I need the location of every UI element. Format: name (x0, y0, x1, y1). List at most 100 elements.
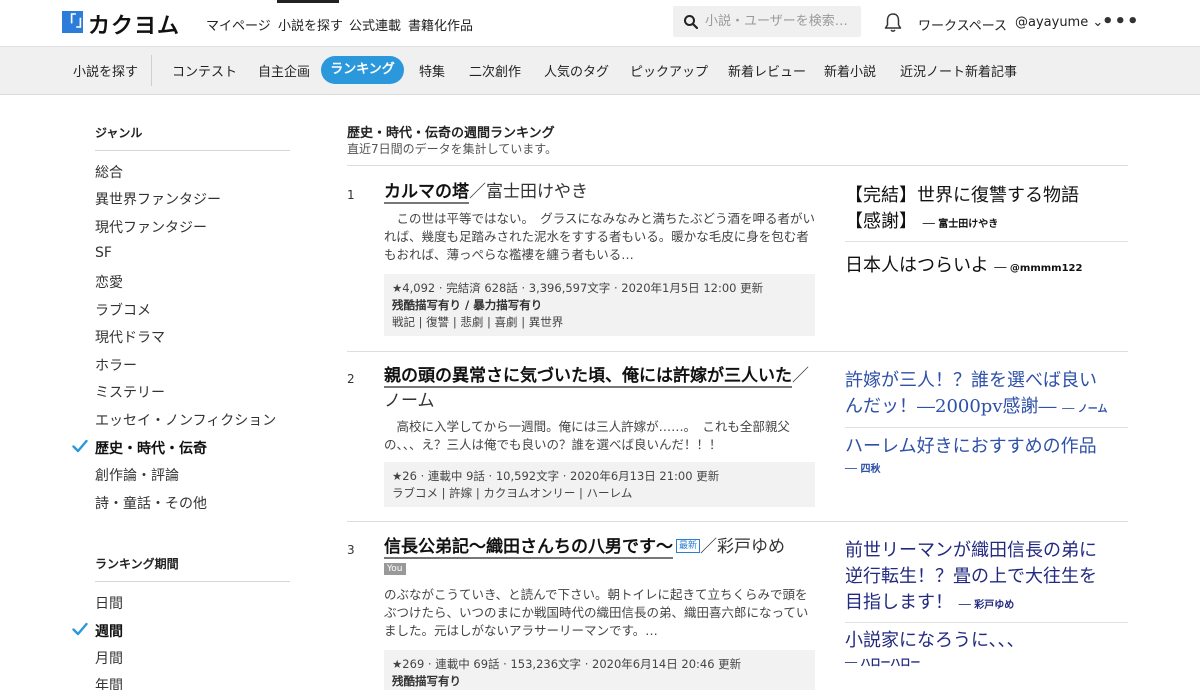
genre-item-active[interactable]: 歴史・時代・伝奇 (95, 438, 207, 458)
work-stats: ★269 · 連載中 69話 · 153,236文字 · 2020年6月14日 … (392, 657, 742, 671)
review-card[interactable]: 前世リーマンが織田信長の弟に 逆行転生！？畳の上で大往生を 目指します！ ── … (845, 538, 1097, 619)
subnav-user-projects[interactable]: 自主企画 (258, 61, 310, 80)
more-menu-icon[interactable]: ••• (1102, 13, 1140, 31)
subnav-pickup[interactable]: ピックアップ (630, 61, 708, 80)
review-card[interactable]: ハーレム好きにおすすめの作品 ── 四秋 (845, 434, 1097, 475)
genre-item[interactable]: 詩・童話・その他 (95, 493, 207, 513)
subnav-contest[interactable]: コンテスト (172, 61, 237, 80)
review-title[interactable]: 日本人はつらいよ ── @mmmm122 (845, 253, 1082, 282)
work-author[interactable]: ／富士田けやき (469, 182, 588, 202)
review-title[interactable]: 小説家になろうに、、、 (845, 628, 1024, 654)
nav-mypage[interactable]: マイページ (206, 15, 271, 34)
period-item-active[interactable]: 週間 (95, 621, 123, 641)
work-meta-box: ★4,092 · 完結済 628話 · 3,396,597文字 · 2020年1… (384, 274, 815, 336)
nav-find-novels[interactable]: 小説を探す (278, 15, 343, 34)
review-author[interactable]: ── 四秋 (845, 460, 1097, 475)
subnav-new-reviews[interactable]: 新着レビュー (728, 61, 806, 80)
divider (347, 351, 1128, 352)
subnav-divider (151, 55, 152, 86)
review-author[interactable]: ── @mmmm122 (994, 263, 1082, 274)
work-title-link[interactable]: 親の頭の異常さに気づいた頃、俺には許嫁が三人いた／ノーム (384, 364, 816, 414)
genre-item[interactable]: ミステリー (95, 382, 165, 402)
work-author[interactable]: ／彩戸ゆめ (700, 537, 785, 557)
check-icon (72, 622, 88, 636)
review-title[interactable]: 前世リーマンが織田信長の弟に (845, 538, 1097, 564)
nav-published-works[interactable]: 書籍化作品 (408, 15, 473, 34)
ranking-title: 歴史・時代・伝奇の週間ランキング (347, 126, 555, 141)
subnav-find-novels[interactable]: 小説を探す (73, 61, 138, 80)
review-card[interactable]: 日本人はつらいよ ── @mmmm122 (845, 253, 1082, 282)
ranking-subtitle: 直近7日間のデータを集計しています。 (347, 142, 558, 156)
work-meta-box: ★269 · 連載中 69話 · 153,236文字 · 2020年6月14日 … (384, 650, 815, 690)
genre-item[interactable]: 現代ファンタジー (95, 217, 207, 237)
genre-item[interactable]: SF (95, 245, 112, 261)
work-title-link[interactable]: 信長公弟記～織田さんちの八男です～ 最新 ／彩戸ゆめ (384, 536, 785, 559)
work-title-link[interactable]: カルマの塔／富士田けやき (384, 181, 588, 204)
user-menu[interactable]: @ayayume ⌄ (1015, 15, 1103, 30)
review-title[interactable]: 【完結】世界に復讐する物語 (845, 183, 1079, 209)
review-card[interactable]: 小説家になろうに、、、 ── ハローハロー (845, 628, 1024, 669)
genre-item[interactable]: ラブコメ (95, 300, 151, 320)
period-item[interactable]: 日間 (95, 593, 123, 613)
review-divider (845, 427, 1128, 428)
genre-item[interactable]: 創作論・評論 (95, 465, 179, 485)
search-input[interactable] (705, 6, 857, 37)
global-header: 「」 カクヨム マイページ 小説を探す 公式連載 書籍化作品 ワークスペース @… (0, 0, 1200, 47)
genre-heading: ジャンル (95, 124, 290, 151)
work-tags[interactable]: 戦記 | 復讐 | 悲劇 | 喜劇 | 異世界 (392, 314, 807, 331)
subnav-fan-works[interactable]: 二次創作 (469, 61, 521, 80)
work-warnings: 残酷描写有り / 暴力描写有り (392, 298, 543, 312)
work-catchphrase: 高校に入学してから一週間。俺には三人許嫁が……。 これも全部親父の、、、え？三人… (384, 419, 790, 452)
review-title-line2[interactable]: 【感謝】 ── 富士田けやき (845, 209, 1079, 238)
period-heading: ランキング期間 (95, 555, 290, 582)
period-item[interactable]: 年間 (95, 675, 123, 690)
work-title[interactable]: 信長公弟記～織田さんちの八男です～ (384, 537, 673, 559)
kakuyomu-logo-text[interactable]: カクヨム (88, 8, 180, 40)
rank-number: 3 (347, 543, 355, 557)
review-author[interactable]: ── ノーム (1062, 404, 1107, 415)
workspace-link[interactable]: ワークスペース (918, 15, 1007, 34)
genre-item[interactable]: 恋愛 (95, 272, 123, 292)
review-card[interactable]: 許嫁が三人！？誰を選べば良い んだッ！―2000pv感謝― ── ノーム (845, 368, 1107, 423)
subnav-ranking[interactable]: ランキング (321, 56, 404, 84)
work-tags[interactable]: ラブコメ | 許嫁 | カクヨムオンリー | ハーレム (392, 485, 807, 502)
genre-item[interactable]: 異世界ファンタジー (95, 189, 221, 209)
nav-official-serials[interactable]: 公式連載 (349, 15, 401, 34)
rank-number: 1 (347, 188, 355, 202)
review-author[interactable]: ── ハローハロー (845, 654, 1024, 669)
subnav-activity-notes[interactable]: 近況ノート新着記事 (900, 61, 1017, 80)
review-title[interactable]: ハーレム好きにおすすめの作品 (845, 434, 1097, 460)
nav-active-indicator (277, 0, 339, 3)
review-title-line2[interactable]: んだッ！―2000pv感謝― ── ノーム (845, 394, 1107, 423)
work-warnings: 残酷描写有り (392, 674, 461, 688)
genre-item[interactable]: 総合 (95, 162, 123, 182)
genre-item[interactable]: エッセイ・ノンフィクション (95, 410, 276, 430)
subnav-new-novels[interactable]: 新着小説 (824, 61, 876, 80)
review-title-line2[interactable]: 逆行転生！？畳の上で大往生を (845, 564, 1097, 590)
genre-item[interactable]: ホラー (95, 355, 137, 375)
work-title[interactable]: 親の頭の異常さに気づいた頃、俺には許嫁が三人いた (384, 366, 792, 388)
work-stats: ★4,092 · 完結済 628話 · 3,396,597文字 · 2020年1… (392, 281, 764, 295)
work-meta-box: ★26 · 連載中 9話 · 10,592文字 · 2020年6月13日 21:… (384, 462, 815, 507)
divider (347, 165, 1128, 166)
check-icon (72, 439, 88, 453)
review-author[interactable]: ── 彩戸ゆめ (959, 600, 1015, 611)
rank-number: 2 (347, 372, 355, 386)
period-item[interactable]: 月間 (95, 648, 123, 668)
notification-bell-icon[interactable] (883, 12, 903, 34)
subnav-popular-tags[interactable]: 人気のタグ (544, 61, 609, 80)
divider (347, 521, 1128, 522)
review-divider (845, 241, 1128, 242)
sub-navigation: 小説を探す コンテスト 自主企画 ランキング 特集 二次創作 人気のタグ ピック… (0, 47, 1200, 95)
review-author[interactable]: ── 富士田けやき (923, 219, 999, 230)
search-box[interactable] (673, 6, 861, 37)
review-card[interactable]: 【完結】世界に復讐する物語 【感謝】 ── 富士田けやき (845, 183, 1079, 238)
kakuyomu-logo-icon[interactable]: 「」 (62, 11, 90, 33)
genre-item[interactable]: 現代ドラマ (95, 327, 165, 347)
review-title-line3[interactable]: 目指します！ ── 彩戸ゆめ (845, 590, 1097, 619)
work-title[interactable]: カルマの塔 (384, 182, 469, 204)
work-catchphrase: のぶながこうていき、と読んで下さい。朝トイレに起きて立ちくらみで頭をぶつけたら、… (384, 587, 809, 638)
review-title[interactable]: 許嫁が三人！？誰を選べば良い (845, 368, 1107, 394)
subnav-features[interactable]: 特集 (419, 61, 445, 80)
search-icon[interactable] (683, 14, 699, 30)
